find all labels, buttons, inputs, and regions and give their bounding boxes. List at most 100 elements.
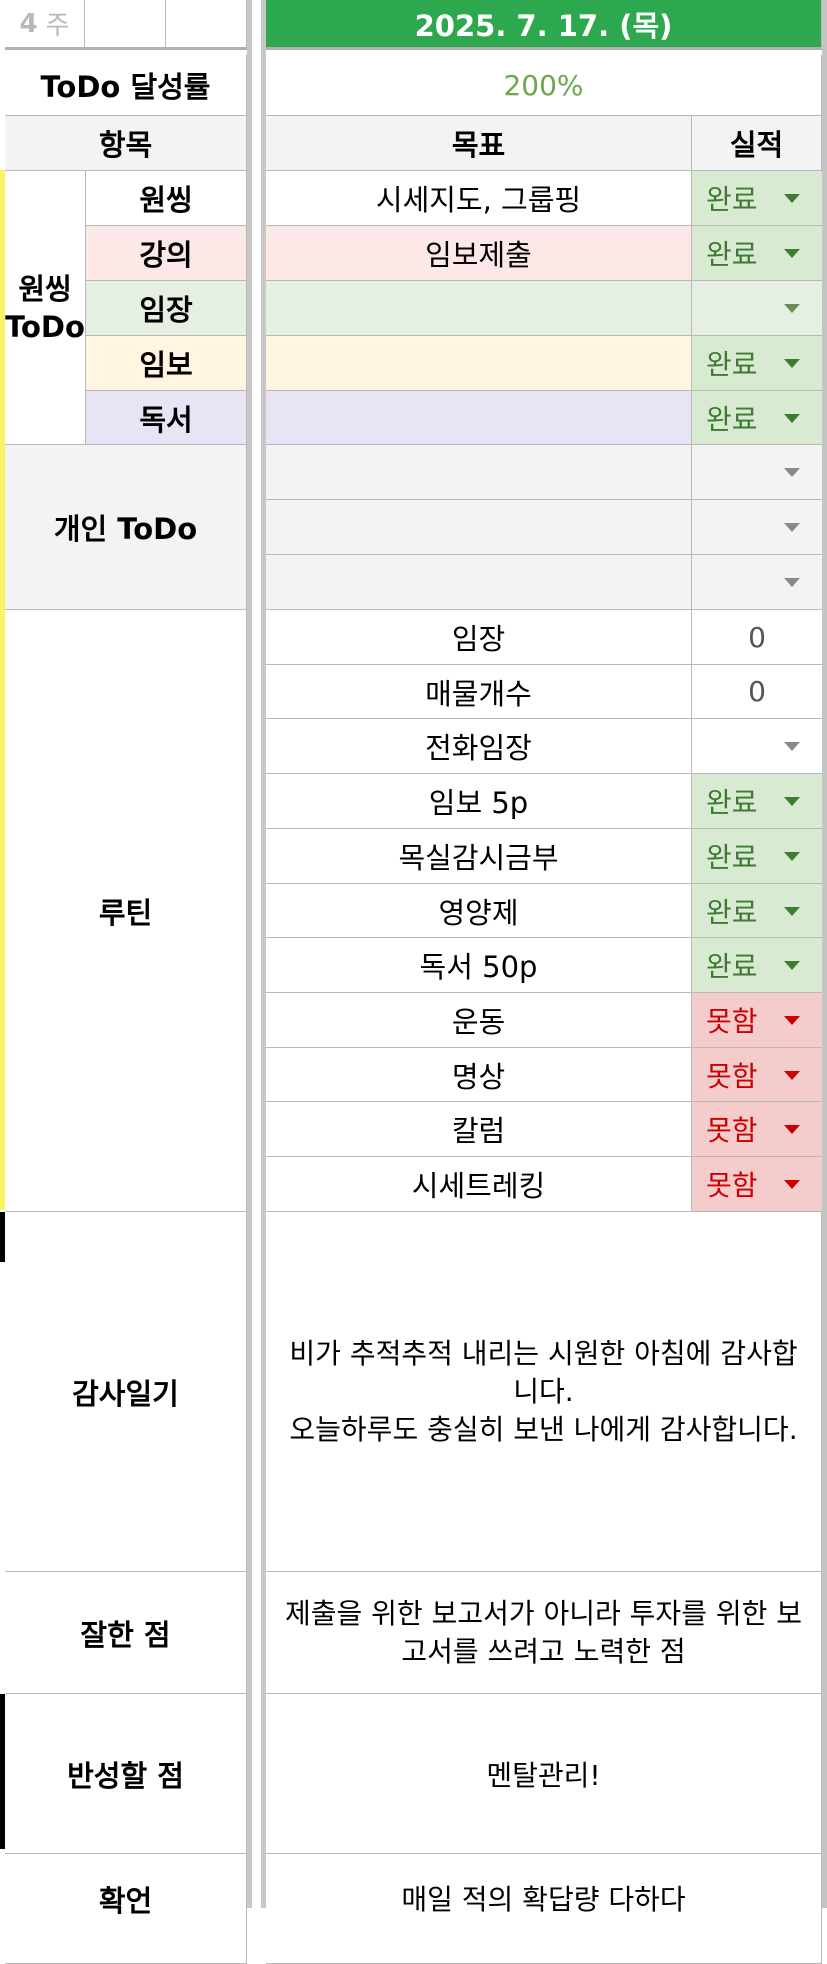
chevron-down-icon[interactable] — [784, 304, 800, 313]
col-header-result: 실적 — [692, 116, 822, 171]
status-text: 못함 — [706, 1114, 758, 1147]
status-text: 완료 — [706, 895, 758, 929]
chevron-down-icon[interactable] — [784, 413, 800, 423]
routine-goal-text: 매물개수 — [425, 676, 532, 711]
status-dropdown[interactable]: 완료 — [692, 336, 822, 391]
goal-cell[interactable]: 임보제출 — [266, 226, 692, 281]
routine-goal-text: 독서 50p — [419, 950, 538, 984]
status-dropdown[interactable]: 완료 — [692, 884, 822, 938]
chevron-down-icon[interactable] — [784, 194, 800, 203]
routine-goal-text: 칼럼 — [451, 1114, 506, 1148]
status-dropdown[interactable]: 완료 — [692, 391, 822, 445]
chevron-down-icon[interactable] — [784, 1070, 800, 1080]
status-text: 못함 — [706, 1005, 758, 1038]
gratitude-label: 감사일기 — [5, 1212, 247, 1572]
frozen-column-divider — [247, 0, 266, 1908]
status-dropdown[interactable]: 못함 — [692, 1048, 822, 1102]
status-dropdown[interactable]: 완료 — [692, 774, 822, 829]
status-text: 0 — [748, 620, 766, 654]
chevron-down-icon[interactable] — [784, 578, 800, 587]
routine-goal-cell[interactable]: 임장 — [266, 610, 692, 665]
todo-rate-value[interactable]: 200% — [266, 55, 822, 116]
chevron-down-icon[interactable] — [784, 1016, 800, 1025]
status-text: 0 — [748, 675, 766, 708]
status-dropdown[interactable]: 못함 — [692, 993, 822, 1048]
chevron-down-icon[interactable] — [784, 1125, 800, 1134]
routine-goal-cell[interactable]: 명상 — [266, 1048, 692, 1102]
chevron-down-icon[interactable] — [784, 797, 800, 806]
routine-goal-cell[interactable]: 영양제 — [266, 884, 692, 938]
status-dropdown[interactable]: 못함 — [692, 1157, 822, 1212]
good-point-label: 잘한 점 — [5, 1572, 247, 1694]
status-dropdown[interactable]: 완료 — [692, 226, 822, 281]
affirmation-label: 확언 — [5, 1854, 247, 1964]
gratitude-text[interactable]: 비가 추적추적 내리는 시원한 아침에 감사합니다. 오늘하루도 충실히 보낸 … — [266, 1212, 822, 1572]
routine-goal-text: 영양제 — [438, 895, 519, 930]
routine-goal-cell[interactable]: 임보 5p — [266, 774, 692, 829]
goal-cell[interactable] — [266, 555, 692, 610]
goal-cell[interactable] — [266, 281, 692, 336]
chevron-down-icon[interactable] — [784, 852, 800, 861]
routine-goal-cell[interactable]: 목실감시금부 — [266, 829, 692, 884]
date-header[interactable]: 2025. 7. 17. (목) — [266, 0, 822, 50]
chevron-down-icon[interactable] — [784, 359, 800, 368]
header-empty-cell — [166, 0, 247, 50]
routine-goal-text: 목실감시금부 — [398, 841, 559, 875]
sub-item-reading: 독서 — [86, 391, 247, 445]
routine-goal-cell[interactable]: 독서 50p — [266, 938, 692, 993]
chevron-down-icon[interactable] — [784, 742, 800, 751]
routine-goal-cell[interactable]: 칼럼 — [266, 1102, 692, 1157]
right-edge — [822, 0, 827, 1908]
status-text: 못함 — [706, 1059, 758, 1093]
chevron-down-icon[interactable] — [784, 1180, 800, 1189]
goal-cell[interactable] — [266, 500, 692, 555]
status-text: 완료 — [706, 786, 758, 819]
status-dropdown[interactable]: 완료 — [692, 938, 822, 993]
status-dropdown[interactable]: 완료 — [692, 829, 822, 884]
sub-item-lecture: 강의 — [86, 226, 247, 281]
week-number-cell: 4주 — [5, 0, 85, 50]
status-dropdown[interactable] — [692, 555, 822, 610]
goal-cell[interactable] — [266, 391, 692, 445]
status-dropdown[interactable] — [692, 445, 822, 500]
sub-item-wonssing: 원씽 — [86, 171, 247, 226]
routine-goal-cell[interactable]: 운동 — [266, 993, 692, 1048]
todo-rate-label: ToDo 달성률 — [5, 55, 247, 116]
good-point-text[interactable]: 제출을 위한 보고서가 아니라 투자를 위한 보고서를 쓰려고 노력한 점 — [266, 1572, 822, 1694]
sub-item-imjang: 임장 — [86, 281, 247, 336]
status-dropdown[interactable] — [692, 500, 822, 555]
goal-cell[interactable]: 시세지도, 그룹핑 — [266, 171, 692, 226]
col-header-goal: 목표 — [266, 116, 692, 171]
routine-goal-text: 전화임장 — [425, 731, 532, 765]
status-dropdown[interactable]: 완료 — [692, 171, 822, 226]
affirmation-text[interactable]: 매일 적의 확답량 다하다 — [266, 1854, 822, 1964]
status-text: 완료 — [706, 950, 758, 983]
goal-cell[interactable] — [266, 445, 692, 500]
chevron-down-icon[interactable] — [784, 249, 800, 258]
col-header-item: 항목 — [5, 116, 247, 171]
chevron-down-icon[interactable] — [784, 906, 800, 916]
status-dropdown[interactable] — [692, 281, 822, 336]
reflect-text[interactable]: 멘탈관리! — [266, 1694, 822, 1854]
routine-goal-cell[interactable]: 전화임장 — [266, 719, 692, 774]
routine-goal-text: 명상 — [451, 1059, 506, 1094]
routine-goal-text: 시세트레킹 — [411, 1169, 546, 1203]
routine-goal-text: 임장 — [451, 622, 506, 656]
chevron-down-icon[interactable] — [784, 523, 800, 532]
status-text: 완료 — [706, 841, 758, 874]
routine-goal-cell[interactable]: 시세트레킹 — [266, 1157, 692, 1212]
sub-item-imbo: 임보 — [86, 336, 247, 391]
status-dropdown[interactable] — [692, 719, 822, 774]
goal-cell[interactable] — [266, 336, 692, 391]
personal-todo-label: 개인 ToDo — [5, 445, 247, 610]
reflect-label: 반성할 점 — [5, 1694, 247, 1854]
routine-count-cell[interactable]: 0 — [692, 610, 822, 665]
routine-goal-cell[interactable]: 매물개수 — [266, 665, 692, 719]
chevron-down-icon[interactable] — [784, 468, 800, 477]
routine-goal-text: 임보 5p — [428, 786, 529, 820]
header-empty-cell — [85, 0, 166, 50]
status-dropdown[interactable]: 못함 — [692, 1102, 822, 1157]
routine-goal-text: 운동 — [451, 1005, 506, 1039]
routine-count-cell[interactable]: 0 — [692, 665, 822, 719]
chevron-down-icon[interactable] — [784, 961, 800, 970]
